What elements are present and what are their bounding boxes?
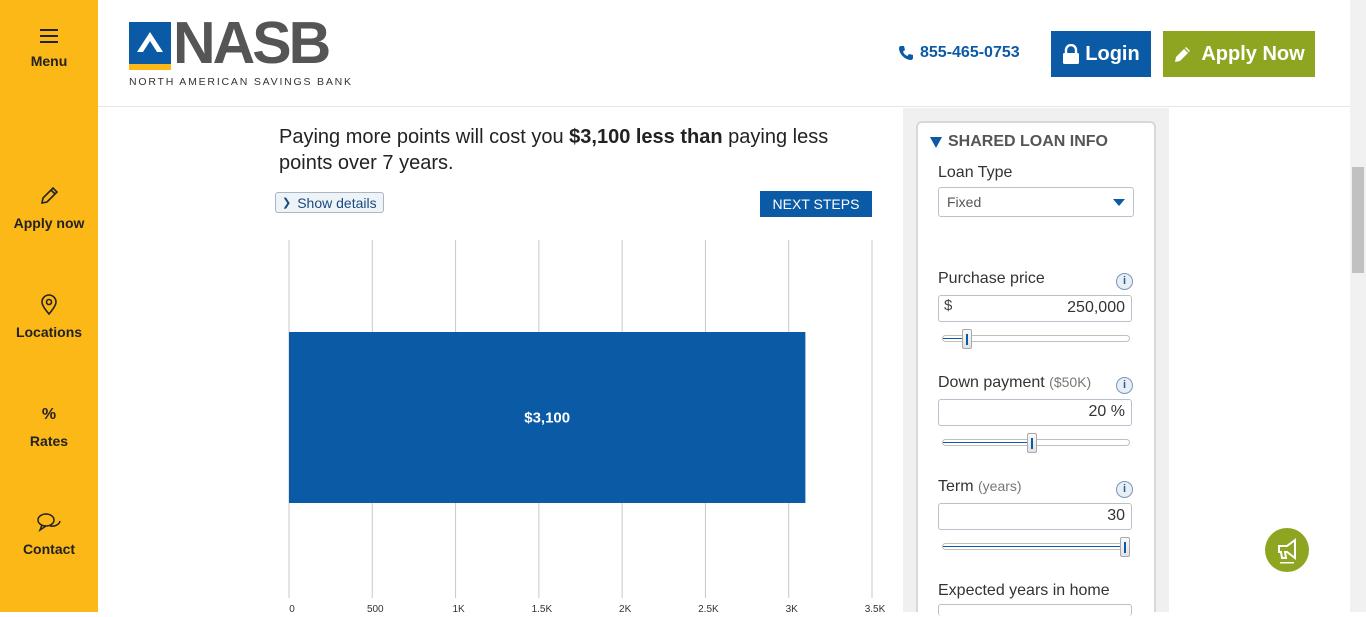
bar-data-label: $3,100 [524, 410, 570, 427]
shared-loan-info-toggle[interactable]: SHARED LOAN INFO [930, 133, 1108, 151]
x-tick-label: 500 [367, 604, 384, 612]
sidebar-item-label: Rates [29, 433, 69, 449]
pencil-icon [40, 186, 59, 205]
chevron-right-icon: ❯ [282, 197, 292, 209]
svg-text:%: % [42, 406, 56, 423]
megaphone-icon [1278, 538, 1296, 564]
sidebar-item-locations[interactable]: Locations [0, 294, 98, 340]
slider-fill [943, 546, 1126, 547]
logo-wordmark: NASB [173, 10, 331, 76]
apply-now-label: Apply Now [1201, 42, 1305, 65]
logo-subtitle: NORTH AMERICAN SAVINGS BANK [129, 76, 353, 88]
pencil-icon [1175, 47, 1191, 62]
x-tick-label: 1K [452, 604, 465, 612]
sidebar-item-apply-now[interactable]: Apply now [0, 185, 98, 231]
headline-highlight: $3,100 less than [569, 126, 723, 148]
page-scrollbar[interactable] [1350, 0, 1366, 612]
savings-bar-chart: 0 500 1K 1.5K 2K 2.5K 3K 3.5K $3,100 [270, 236, 890, 615]
purchase-price-slider[interactable] [942, 329, 1130, 349]
next-steps-button[interactable]: NEXT STEPS [760, 191, 872, 217]
hamburger-icon [40, 29, 58, 43]
loan-type-value: Fixed [947, 194, 982, 210]
purchase-price-value: 250,000 [1067, 299, 1125, 316]
sidebar: Menu Apply now Locations % Rates Contact [0, 0, 98, 612]
x-tick-label: 0 [289, 604, 295, 612]
loan-type-select[interactable]: Fixed [938, 187, 1134, 217]
phone-icon [899, 46, 913, 60]
lock-icon [1063, 44, 1080, 64]
down-payment-amount: ($50K) [1049, 374, 1092, 390]
down-payment-input[interactable]: 20 % [938, 399, 1132, 426]
down-payment-label: Down payment ($50K) [938, 374, 1091, 392]
down-payment-slider[interactable] [942, 433, 1130, 453]
term-value: 30 [1107, 507, 1125, 524]
site-header: NASB NORTH AMERICAN SAVINGS BANK 855-465… [98, 0, 1350, 107]
purchase-price-label: Purchase price [938, 270, 1045, 287]
down-payment-value: 20 % [1088, 403, 1125, 420]
sidebar-item-menu[interactable]: Menu [0, 27, 98, 69]
info-icon[interactable]: i [1116, 377, 1133, 394]
show-details-toggle[interactable]: ❯ Show details [275, 192, 384, 213]
triangle-down-icon [930, 137, 942, 148]
info-icon[interactable]: i [1116, 273, 1133, 290]
show-details-label: Show details [297, 194, 377, 211]
slider-handle[interactable] [1120, 537, 1130, 557]
expected-years-label: Expected years in home [938, 582, 1110, 599]
headline-text: Paying more points will cost you [279, 126, 570, 148]
chart-svg: 0 500 1K 1.5K 2K 2.5K 3K 3.5K $3,100 [288, 240, 886, 615]
term-label-text: Term [938, 478, 974, 495]
term-unit: (years) [978, 478, 1022, 494]
percent-icon: % [42, 406, 56, 423]
sidebar-item-rates[interactable]: % Rates [0, 403, 98, 449]
x-tick-label: 3.5K [865, 604, 886, 612]
sidebar-item-label: Apply now [13, 215, 85, 231]
phone-link[interactable]: 855-465-0753 [898, 44, 1020, 62]
shared-loan-info-card: SHARED LOAN INFO Loan Type Fixed Purchas… [916, 121, 1156, 616]
currency-prefix: $ [944, 297, 953, 314]
results-headline: Paying more points will cost you $3,100 … [279, 124, 879, 176]
login-label: Login [1085, 42, 1140, 65]
term-slider[interactable] [942, 537, 1130, 557]
apply-now-button[interactable]: Apply Now [1163, 31, 1315, 77]
info-icon[interactable]: i [1116, 481, 1133, 498]
x-tick-label: 2K [619, 604, 632, 612]
sidebar-item-label: Contact [22, 541, 76, 557]
phone-number: 855-465-0753 [920, 44, 1020, 61]
card-title: SHARED LOAN INFO [948, 133, 1108, 150]
map-pin-icon [41, 294, 57, 316]
logo-mark-icon [129, 22, 171, 70]
x-tick-label: 1.5K [532, 604, 553, 612]
scrollbar-thumb[interactable] [1352, 167, 1364, 273]
term-label: Term (years) [938, 478, 1022, 496]
slider-handle[interactable] [961, 329, 972, 349]
slider-fill [943, 442, 1034, 443]
x-tick-label: 3K [786, 604, 799, 612]
sidebar-item-label: Locations [15, 324, 83, 340]
purchase-price-input[interactable]: $ 250,000 [938, 295, 1132, 322]
term-input[interactable]: 30 [938, 503, 1132, 530]
feedback-button[interactable] [1265, 528, 1309, 572]
down-payment-label-text: Down payment [938, 374, 1045, 391]
x-tick-label: 2.5K [698, 604, 719, 612]
chevron-down-icon [1113, 199, 1125, 206]
sidebar-item-contact[interactable]: Contact [0, 511, 98, 557]
chat-bubbles-icon [37, 513, 61, 532]
loan-type-label: Loan Type [938, 164, 1013, 181]
next-steps-label: NEXT STEPS [772, 196, 860, 212]
expected-years-input[interactable] [938, 604, 1132, 616]
slider-handle[interactable] [1027, 433, 1038, 453]
login-button[interactable]: Login [1051, 31, 1151, 77]
sidebar-item-label: Menu [30, 53, 68, 69]
nasb-logo[interactable]: NASB NORTH AMERICAN SAVINGS BANK [129, 14, 351, 90]
